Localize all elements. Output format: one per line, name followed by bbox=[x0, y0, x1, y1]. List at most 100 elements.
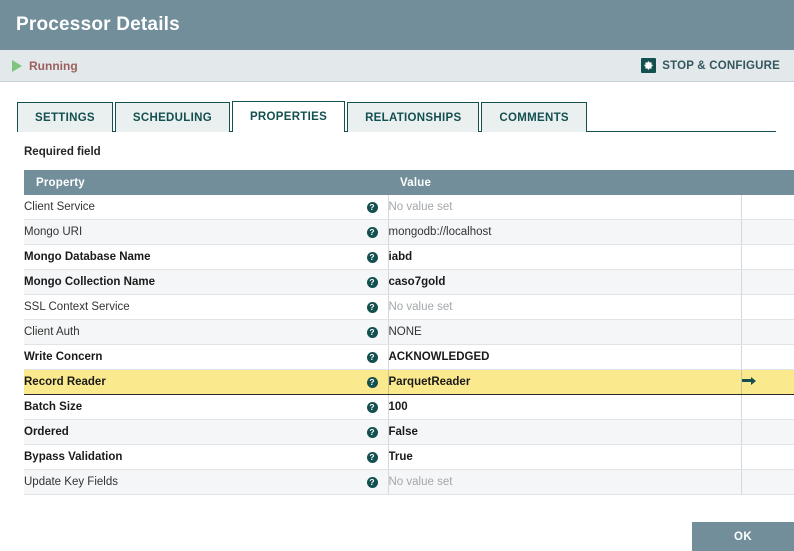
tab-scheduling[interactable]: SCHEDULING bbox=[114, 102, 230, 132]
help-icon[interactable]: ? bbox=[366, 301, 378, 313]
table-row[interactable]: SSL Context Service? No value set bbox=[24, 294, 794, 320]
property-cell-inner: Client Service? bbox=[24, 201, 388, 213]
window-titlebar: Processor Details bbox=[0, 0, 794, 50]
property-name: SSL Context Service bbox=[24, 301, 130, 313]
help-icon[interactable]: ? bbox=[366, 476, 378, 488]
property-cell: Record Reader? bbox=[24, 369, 388, 395]
property-cell: Update Key Fields? bbox=[24, 469, 388, 495]
value-cell[interactable]: True bbox=[387, 444, 741, 470]
action-cell bbox=[740, 219, 794, 245]
property-cell-inner: Bypass Validation? bbox=[24, 451, 388, 463]
value-cell[interactable]: False bbox=[387, 419, 741, 445]
value-cell[interactable]: mongodb://localhost bbox=[387, 219, 741, 245]
action-cell bbox=[740, 419, 794, 445]
property-cell-inner: Mongo URI? bbox=[24, 226, 388, 238]
property-name: Ordered bbox=[24, 426, 69, 438]
table-row[interactable]: Ordered? False bbox=[24, 419, 794, 445]
table-row[interactable]: Mongo Collection Name? caso7gold bbox=[24, 269, 794, 295]
help-icon[interactable]: ? bbox=[366, 201, 378, 213]
column-header-actions bbox=[741, 170, 794, 195]
property-name: Write Concern bbox=[24, 351, 103, 363]
value-cell[interactable]: iabd bbox=[387, 244, 741, 270]
value-cell[interactable]: ParquetReader bbox=[387, 369, 741, 395]
value-cell[interactable]: No value set bbox=[387, 195, 741, 220]
help-icon[interactable]: ? bbox=[366, 276, 378, 288]
help-icon[interactable]: ? bbox=[366, 376, 378, 388]
property-cell: Mongo Database Name? bbox=[24, 244, 388, 270]
help-icon[interactable]: ? bbox=[366, 251, 378, 263]
column-header-property: Property bbox=[24, 170, 388, 195]
help-icon[interactable]: ? bbox=[366, 326, 378, 338]
table-row[interactable]: Mongo Database Name? iabd bbox=[24, 244, 794, 270]
stop-and-configure-button[interactable]: STOP & CONFIGURE bbox=[641, 58, 780, 73]
help-icon[interactable]: ? bbox=[366, 451, 378, 463]
property-name: Bypass Validation bbox=[24, 451, 123, 463]
ok-button[interactable]: OK bbox=[692, 522, 794, 551]
property-cell: Write Concern? bbox=[24, 344, 388, 370]
table-row[interactable]: Bypass Validation? True bbox=[24, 444, 794, 470]
value-cell[interactable]: ACKNOWLEDGED bbox=[387, 344, 741, 370]
properties-table-body: Client Service? No value set Mongo URI? mon… bbox=[24, 195, 794, 495]
status-indicator: Running bbox=[12, 59, 78, 73]
property-cell-inner: Record Reader? bbox=[24, 376, 388, 388]
properties-table: Property Value Client Service? No value s… bbox=[24, 170, 794, 495]
play-icon bbox=[12, 59, 22, 72]
tab-properties[interactable]: PROPERTIES bbox=[231, 101, 346, 132]
help-icon[interactable]: ? bbox=[366, 426, 378, 438]
dialog-footer: OK bbox=[0, 515, 794, 551]
property-cell: Client Service? bbox=[24, 195, 388, 220]
value-cell[interactable]: No value set bbox=[387, 294, 741, 320]
property-name: Record Reader bbox=[24, 376, 106, 388]
property-name: Mongo URI bbox=[24, 226, 83, 238]
action-cell bbox=[740, 244, 794, 270]
value-cell[interactable]: caso7gold bbox=[387, 269, 741, 295]
property-name: Update Key Fields bbox=[24, 476, 118, 488]
table-row[interactable]: Record Reader? ParquetReader bbox=[24, 369, 794, 395]
property-cell-inner: Update Key Fields? bbox=[24, 476, 388, 488]
property-name: Mongo Collection Name bbox=[24, 276, 155, 288]
action-cell bbox=[740, 444, 794, 470]
action-cell bbox=[740, 319, 794, 345]
help-icon[interactable]: ? bbox=[366, 351, 378, 363]
table-header-row: Property Value bbox=[24, 170, 794, 195]
table-row[interactable]: Update Key Fields? No value set bbox=[24, 469, 794, 495]
tab-relationships[interactable]: RELATIONSHIPS bbox=[347, 102, 480, 132]
table-row[interactable]: Client Auth? NONE bbox=[24, 319, 794, 345]
value-cell[interactable]: 100 bbox=[387, 394, 741, 420]
table-row[interactable]: Batch Size? 100 bbox=[24, 394, 794, 420]
table-row[interactable]: Mongo URI? mongodb://localhost bbox=[24, 219, 794, 245]
column-header-value: Value bbox=[388, 170, 741, 195]
value-cell[interactable]: No value set bbox=[387, 469, 741, 495]
property-cell: Bypass Validation? bbox=[24, 444, 388, 470]
action-cell bbox=[740, 469, 794, 495]
property-name: Mongo Database Name bbox=[24, 251, 151, 263]
property-cell-inner: Client Auth? bbox=[24, 326, 388, 338]
property-name: Batch Size bbox=[24, 401, 83, 413]
property-cell-inner: Mongo Database Name? bbox=[24, 251, 388, 263]
tab-comments[interactable]: COMMENTS bbox=[481, 102, 587, 132]
property-cell: Batch Size? bbox=[24, 394, 388, 420]
property-cell-inner: Write Concern? bbox=[24, 351, 388, 363]
help-icon[interactable]: ? bbox=[366, 226, 378, 238]
property-cell-inner: Batch Size? bbox=[24, 401, 388, 413]
property-cell: Ordered? bbox=[24, 419, 388, 445]
properties-table-head: Property Value bbox=[24, 170, 794, 195]
property-cell: SSL Context Service? bbox=[24, 294, 388, 320]
action-cell bbox=[740, 294, 794, 320]
value-cell[interactable]: NONE bbox=[387, 319, 741, 345]
action-cell bbox=[740, 195, 794, 220]
tab-bar: SETTINGS SCHEDULING PROPERTIES RELATIONS… bbox=[0, 100, 794, 132]
property-cell-inner: SSL Context Service? bbox=[24, 301, 388, 313]
table-row[interactable]: Write Concern? ACKNOWLEDGED bbox=[24, 344, 794, 370]
gear-icon bbox=[641, 58, 657, 73]
go-to-arrow-icon[interactable] bbox=[741, 376, 756, 385]
properties-panel: Required field Property Value Client Ser… bbox=[0, 132, 794, 495]
action-cell bbox=[740, 394, 794, 420]
table-row[interactable]: Client Service? No value set bbox=[24, 195, 794, 220]
action-cell[interactable] bbox=[740, 369, 794, 395]
help-icon[interactable]: ? bbox=[366, 401, 378, 413]
property-name: Client Service bbox=[24, 201, 95, 213]
tab-settings[interactable]: SETTINGS bbox=[17, 102, 113, 132]
property-cell: Mongo URI? bbox=[24, 219, 388, 245]
tab-strip: SETTINGS SCHEDULING PROPERTIES RELATIONS… bbox=[17, 100, 794, 132]
